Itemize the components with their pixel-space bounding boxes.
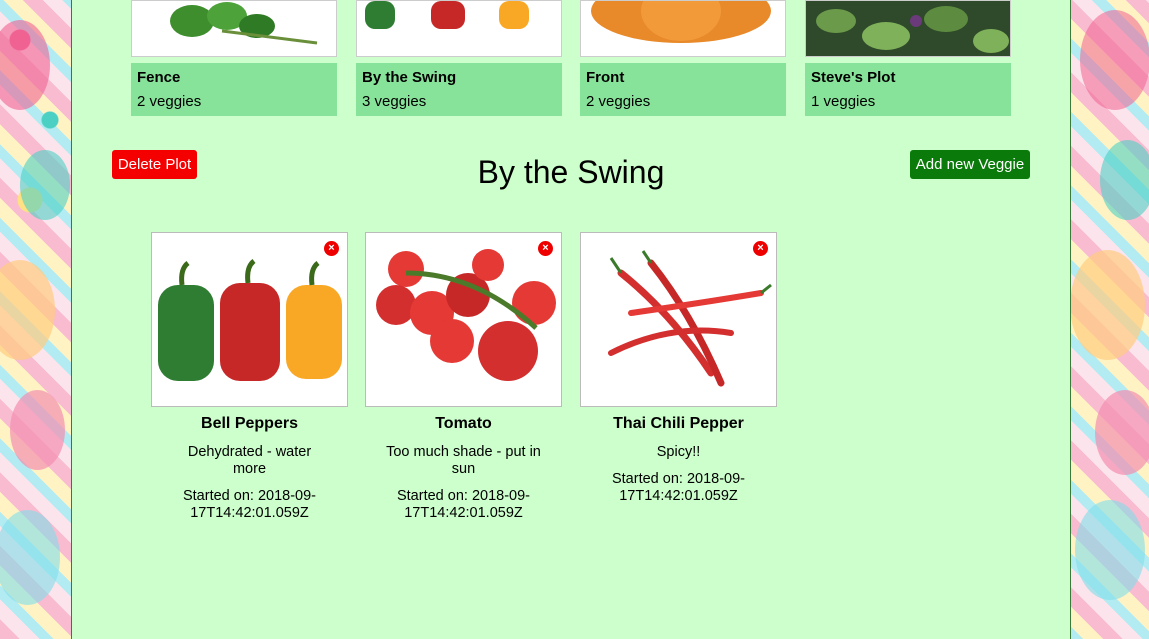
- basil-image: [170, 2, 318, 45]
- chili-pepper-image: [608, 250, 772, 387]
- veggie-name: Thai Chili Pepper: [613, 415, 744, 432]
- plot-thumbnail: [580, 0, 786, 57]
- plot-thumbnail: [805, 0, 1011, 57]
- veggie-started-date: Started on: 2018-09-17T14:42:01.059Z: [396, 488, 530, 521]
- plot-thumbnail: [356, 0, 562, 57]
- veggie-note: Too much shade - put in sun: [386, 444, 541, 477]
- plot-name: Steve's Plot: [811, 69, 896, 86]
- tomato-image: [376, 249, 556, 381]
- plot-name: Fence: [137, 69, 181, 86]
- plot-thumbnail: [131, 0, 337, 57]
- veggie-started-date: Started on: 2018-09-17T14:42:01.059Z: [182, 488, 316, 521]
- plot-veggie-count: 2 veggies: [137, 93, 202, 110]
- plot-info: Steve's Plot 1 veggies: [805, 63, 1011, 116]
- plot-veggie-count: 3 veggies: [362, 93, 427, 110]
- plot-veggie-count: 2 veggies: [586, 93, 651, 110]
- veggie-note: Spicy!!: [656, 444, 701, 460]
- pumpkin-image: [591, 1, 771, 43]
- close-icon[interactable]: ×: [753, 241, 768, 256]
- veggie-started-date: Started on: 2018-09-17T14:42:01.059Z: [611, 471, 745, 504]
- plot-info: By the Swing 3 veggies: [356, 63, 562, 116]
- veggie-image-frame: [365, 232, 562, 407]
- veggie-note: Dehydrated - water more: [187, 444, 312, 477]
- bell-peppers-image: [158, 259, 342, 381]
- plot-name: By the Swing: [362, 69, 457, 86]
- peppers-image: [365, 1, 529, 29]
- thai-basil-image: [816, 6, 1009, 53]
- veggie-name: Bell Peppers: [201, 415, 298, 432]
- plot-name: Front: [586, 69, 625, 86]
- plot-veggie-count: 1 veggies: [811, 93, 876, 110]
- close-icon[interactable]: ×: [324, 241, 339, 256]
- paisley-border-right: [1070, 0, 1149, 639]
- veggie-image-frame: [580, 232, 777, 407]
- main-content: Fence 2 veggies By the Swing 3 veggies F…: [71, 0, 1071, 639]
- plot-title: By the Swing: [477, 154, 665, 190]
- paisley-border-left: [0, 0, 71, 639]
- plot-info: Fence 2 veggies: [131, 63, 337, 116]
- close-icon[interactable]: ×: [538, 241, 553, 256]
- veggie-name: Tomato: [435, 415, 492, 432]
- plot-info: Front 2 veggies: [580, 63, 786, 116]
- veggie-image-frame: [151, 232, 348, 407]
